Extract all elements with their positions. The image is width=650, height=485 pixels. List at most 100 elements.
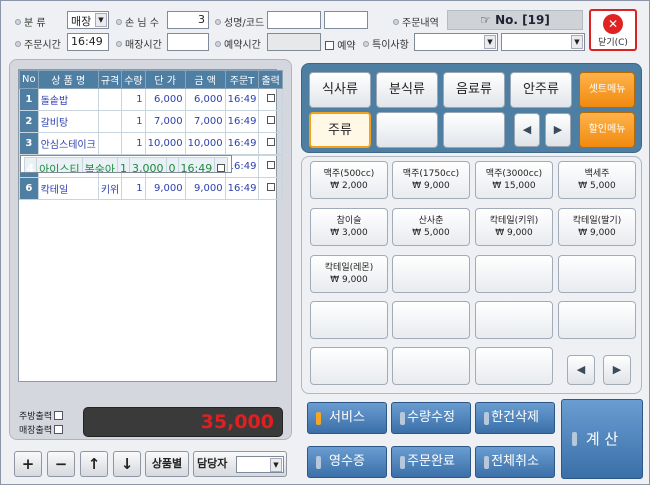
code-input[interactable]	[324, 11, 368, 29]
menu-item-empty[interactable]	[475, 347, 553, 385]
special-select[interactable]: ▼	[414, 33, 498, 51]
kitchen-print-checkbox[interactable]: 주방출력	[19, 409, 64, 422]
type-select[interactable]: 매장 ▼	[67, 11, 109, 29]
menu-item-button[interactable]: 맥주(1750cc) ₩ 9,000	[392, 161, 470, 199]
row-print-checkbox[interactable]	[258, 110, 283, 133]
menu-item-price: ₩ 15,000	[492, 181, 536, 191]
menu-next-button[interactable]: ▶	[603, 355, 631, 385]
menu-item-button[interactable]: 맥주(500cc) ₩ 2,000	[310, 161, 388, 199]
plus-button[interactable]: +	[14, 451, 42, 477]
menu-item-name: 맥주(3000cc)	[485, 169, 543, 179]
move-down-button[interactable]: ↓	[113, 451, 141, 477]
row-no: 1	[19, 88, 39, 111]
menu-item-empty[interactable]	[310, 301, 388, 339]
row-no: 3	[19, 132, 39, 155]
guests-input[interactable]: 3	[167, 11, 209, 29]
menu-item-price: ₩ 3,000	[330, 228, 368, 238]
set-menu-button[interactable]: 셋트메뉴	[579, 72, 635, 108]
category-drink[interactable]: 음료류	[443, 72, 505, 108]
order-table: No 상 품 명 규격 수량 단 가 금 액 주문T 출력 1 돌솥밥 1 6,000…	[19, 70, 283, 200]
menu-item-button[interactable]: 칵테일(레몬) ₩ 9,000	[310, 255, 388, 293]
chevron-down-icon: ▼	[95, 13, 107, 27]
menu-prev-button[interactable]: ◀	[567, 355, 595, 385]
menu-item-button[interactable]: 맥주(3000cc) ₩ 15,000	[475, 161, 553, 199]
row-amount: 0	[165, 157, 179, 172]
category-prev-button[interactable]: ◀	[514, 113, 540, 147]
menu-item-empty[interactable]	[392, 347, 470, 385]
order-time-label: 주문시간	[15, 36, 61, 51]
category-next-button[interactable]: ▶	[545, 113, 571, 147]
hand-pointer-icon: ☞	[480, 13, 496, 27]
menu-item-name: 백세주	[584, 169, 610, 179]
sale-time-input[interactable]	[167, 33, 209, 51]
menu-item-empty[interactable]	[558, 255, 636, 293]
table-row[interactable]: 6 칵테일 키위 1 9,000 9,000 16:49	[19, 177, 283, 200]
menu-item-empty[interactable]	[392, 301, 470, 339]
service-button[interactable]: 서비스	[307, 402, 387, 434]
category-empty-2[interactable]	[443, 112, 505, 148]
table-row[interactable]: 4 아이스티 복숭아 1 3,000 0 16:49	[19, 155, 233, 173]
row-no: 4	[23, 157, 38, 172]
menu-item-empty[interactable]	[392, 255, 470, 293]
menu-item-empty[interactable]	[558, 301, 636, 339]
category-meal[interactable]: 식사류	[309, 72, 371, 108]
name-input[interactable]	[267, 11, 321, 29]
menu-item-button[interactable]: 산사춘 ₩ 5,000	[392, 208, 470, 246]
calculate-button[interactable]: 계 산	[561, 399, 643, 479]
special-label: 특이사항	[363, 36, 409, 51]
col-price: 단 가	[144, 70, 186, 89]
indicator-icon	[484, 412, 489, 425]
row-print-checkbox[interactable]	[258, 177, 283, 200]
reserve-time-label: 예약시간	[215, 36, 261, 51]
menu-item-button[interactable]: 참이슬 ₩ 3,000	[310, 208, 388, 246]
discount-menu-button[interactable]: 할인메뉴	[579, 112, 635, 148]
table-row[interactable]: 3 안심스테이크 1 10,000 10,000 16:49	[19, 132, 283, 155]
menu-item-empty[interactable]	[475, 255, 553, 293]
category-snack[interactable]: 분식류	[376, 72, 438, 108]
delete-one-button[interactable]: 한건삭제	[475, 402, 555, 434]
indicator-icon	[400, 456, 405, 469]
row-print-checkbox[interactable]	[258, 88, 283, 111]
table-row[interactable]: 2 갈비탕 1 7,000 7,000 16:49	[19, 110, 283, 133]
row-print-checkbox[interactable]	[214, 157, 229, 172]
minus-button[interactable]: −	[47, 451, 75, 477]
menu-item-button[interactable]: 백세주 ₩ 5,000	[558, 161, 636, 199]
name-code-label: 성명/코드	[215, 14, 264, 29]
counter-print-checkbox[interactable]: 매장출력	[19, 423, 64, 436]
by-product-button[interactable]: 상품별	[145, 451, 189, 477]
staff-select[interactable]: ▼	[236, 456, 284, 473]
order-history-label: 주문내역	[393, 14, 439, 29]
menu-item-price: ₩ 5,000	[578, 181, 616, 191]
menu-item-name: 맥주(1750cc)	[402, 169, 460, 179]
order-time-input[interactable]: 16:49	[67, 33, 109, 51]
menu-item-price: ₩ 9,000	[495, 228, 533, 238]
table-row[interactable]: 1 돌솥밥 1 6,000 6,000 16:49	[19, 88, 283, 111]
row-time: 16:49	[224, 132, 260, 155]
menu-item-empty[interactable]	[475, 301, 553, 339]
row-print-checkbox[interactable]	[258, 132, 283, 155]
indicator-icon	[572, 432, 577, 446]
menu-item-button[interactable]: 칵테일(딸기) ₩ 9,000	[558, 208, 636, 246]
order-done-button[interactable]: 주문완료	[391, 446, 471, 478]
qty-edit-button[interactable]: 수량수정	[391, 402, 471, 434]
row-print-checkbox[interactable]	[258, 155, 283, 178]
chevron-right-icon: ▶	[612, 363, 622, 376]
reserve-time-input[interactable]	[267, 33, 321, 51]
row-amount: 9,000	[184, 177, 226, 200]
special-select-2[interactable]: ▼	[501, 33, 585, 51]
close-button[interactable]: ✕ 닫기(C)	[589, 9, 637, 51]
row-time: 16:49	[177, 157, 216, 172]
reserve-checkbox[interactable]: 예약	[323, 37, 356, 52]
receipt-button[interactable]: 영수증	[307, 446, 387, 478]
order-grid[interactable]: No 상 품 명 규격 수량 단 가 금 액 주문T 출력 1 돌솥밥 1 6,000…	[18, 69, 283, 382]
row-qty: 1	[121, 110, 146, 133]
cancel-all-button[interactable]: 전체취소	[475, 446, 555, 478]
menu-item-button[interactable]: 칵테일(키위) ₩ 9,000	[475, 208, 553, 246]
category-empty-1[interactable]	[376, 112, 438, 148]
col-no: No	[19, 70, 39, 89]
category-side[interactable]: 안주류	[510, 72, 572, 108]
move-up-button[interactable]: ↑	[80, 451, 108, 477]
menu-item-price: ₩ 9,000	[578, 228, 616, 238]
menu-item-empty[interactable]	[310, 347, 388, 385]
category-liquor[interactable]: 주류	[309, 112, 371, 148]
